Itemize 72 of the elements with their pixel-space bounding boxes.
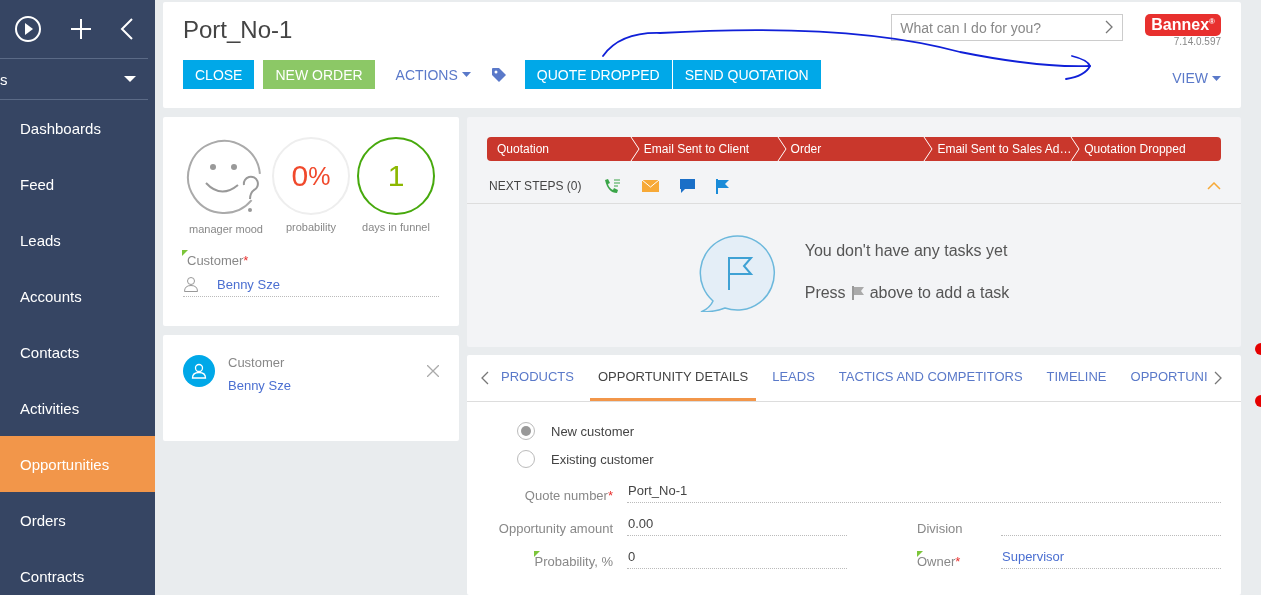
sidebar-item[interactable]: Feed bbox=[0, 156, 155, 212]
phone-icon[interactable] bbox=[603, 178, 622, 194]
sidebar-item[interactable]: Contracts bbox=[0, 548, 155, 595]
caret-icon bbox=[461, 72, 471, 77]
close-icon[interactable] bbox=[427, 365, 439, 377]
tag-icon[interactable] bbox=[490, 66, 507, 83]
stage-step[interactable]: Quotation Dropped bbox=[1074, 137, 1221, 161]
next-steps-title: NEXT STEPS (0) bbox=[489, 179, 582, 193]
person-icon bbox=[183, 276, 199, 292]
hint-text: Press bbox=[804, 283, 846, 302]
search-field[interactable]: What can I do for you? bbox=[891, 14, 1124, 41]
hint-text: above to add a task bbox=[869, 283, 1010, 302]
sidebar-item[interactable]: Activities bbox=[0, 380, 155, 436]
radio-label: Existing customer bbox=[551, 451, 654, 467]
stage-step[interactable]: Email Sent to Sales Ad… bbox=[927, 137, 1075, 161]
tab[interactable]: OPPORTUNI bbox=[1122, 355, 1216, 401]
stage-step[interactable]: Email Sent to Client bbox=[633, 137, 781, 161]
stat-label: manager mood bbox=[189, 223, 263, 235]
stat-label: probability bbox=[285, 221, 337, 233]
empty-message: You don't have any tasks yet bbox=[804, 241, 1009, 260]
version-label: 7.14.0.597 bbox=[1173, 36, 1221, 47]
avatar-icon bbox=[183, 355, 215, 387]
logo: Bannex$^{®}$ bbox=[1145, 14, 1221, 36]
stat-label: days in funnel bbox=[362, 221, 430, 233]
customer-field[interactable]: Benny Sze bbox=[183, 270, 439, 297]
tab[interactable]: TIMELINE bbox=[1038, 355, 1115, 401]
stage-step[interactable]: Order bbox=[780, 137, 928, 161]
chevron-separator bbox=[776, 137, 787, 161]
contact-label: Customer bbox=[228, 355, 286, 370]
scroll-left-icon[interactable] bbox=[481, 371, 489, 385]
field-label: Opportunity amount bbox=[498, 521, 613, 536]
action-button[interactable]: CLOSE bbox=[183, 60, 255, 89]
sidebar-item[interactable]: Contacts bbox=[0, 324, 155, 380]
tab[interactable]: PRODUCTS bbox=[493, 355, 582, 401]
stat-circle: 1 bbox=[357, 137, 435, 215]
add-icon[interactable] bbox=[70, 18, 92, 40]
chevron-separator bbox=[923, 137, 934, 161]
input-field[interactable]: 0 bbox=[627, 544, 847, 569]
field-label: Customer* bbox=[187, 253, 249, 268]
action-button[interactable]: QUOTE DROPPED bbox=[524, 60, 672, 89]
field-label: Division bbox=[917, 521, 963, 536]
flag-icon bbox=[851, 285, 864, 300]
stage-step[interactable]: Quotation bbox=[487, 137, 634, 161]
tab[interactable]: OPPORTUNITY DETAILS bbox=[589, 355, 757, 401]
input-field[interactable]: 0.00 bbox=[627, 511, 847, 536]
chevron-separator bbox=[629, 137, 640, 161]
input-field[interactable]: Port_No-1 bbox=[627, 478, 1221, 503]
flag-icon[interactable] bbox=[716, 178, 730, 194]
field-label: Owner* bbox=[917, 554, 961, 569]
chevron-right-icon[interactable] bbox=[1105, 20, 1114, 34]
view-menu[interactable]: VIEW bbox=[1172, 70, 1221, 86]
caret-icon bbox=[1212, 75, 1221, 81]
sidebar-item[interactable]: Orders bbox=[0, 492, 155, 548]
tab[interactable]: LEADS bbox=[764, 355, 823, 401]
chat-icon[interactable] bbox=[680, 179, 696, 193]
sidebar-item[interactable]: Accounts bbox=[0, 268, 155, 324]
page-title: Port_No-1 bbox=[183, 16, 294, 44]
contact-link[interactable]: Benny Sze bbox=[228, 378, 414, 393]
field-label: Quote number* bbox=[524, 488, 613, 503]
radio-label: New customer bbox=[551, 423, 635, 439]
workplace-label: s bbox=[0, 70, 8, 88]
actions-menu[interactable]: ACTIONS bbox=[383, 66, 483, 83]
sidebar-item[interactable]: Dashboards bbox=[0, 100, 155, 156]
chevron-separator bbox=[1070, 137, 1081, 161]
input-field[interactable]: Supervisor bbox=[1001, 544, 1221, 569]
scroll-right-icon[interactable] bbox=[1213, 371, 1222, 385]
play-icon[interactable] bbox=[14, 15, 42, 43]
caret-icon[interactable] bbox=[124, 76, 136, 82]
sidebar-item[interactable]: Leads bbox=[0, 212, 155, 268]
action-button[interactable]: SEND QUOTATION bbox=[672, 60, 821, 89]
tab[interactable]: TACTICS AND COMPETITORS bbox=[830, 355, 1031, 401]
field-label: Probability, % bbox=[534, 554, 613, 569]
